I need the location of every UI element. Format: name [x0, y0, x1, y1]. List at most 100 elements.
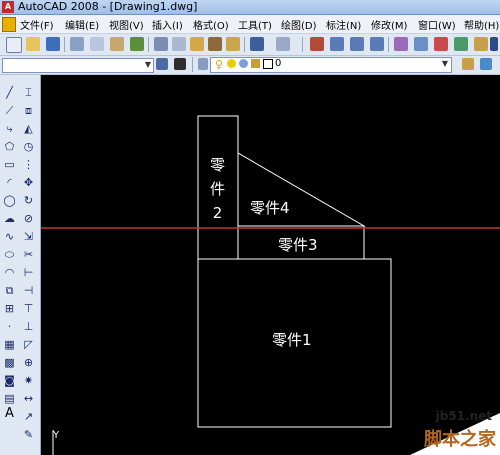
chevron-down-icon: ▼ — [441, 59, 448, 68]
redo-icon[interactable] — [276, 37, 290, 51]
properties-icon[interactable] — [394, 37, 408, 51]
menu-insert[interactable]: 插入(I) — [152, 17, 183, 32]
open-icon[interactable] — [26, 37, 40, 51]
document-menu-icon[interactable] — [2, 17, 16, 32]
multiline-text-icon[interactable]: A — [5, 406, 14, 421]
print-icon[interactable] — [70, 37, 84, 51]
menu-view[interactable]: 视图(V) — [109, 17, 144, 32]
zoom-window-icon[interactable] — [350, 37, 364, 51]
toolbar-separator — [148, 37, 149, 52]
menu-dimension[interactable]: 标注(N) — [326, 17, 361, 32]
lock-icon — [251, 59, 260, 68]
make-object-layer-current-icon[interactable] — [462, 58, 474, 70]
fillet-icon[interactable]: ⊕ — [22, 357, 35, 369]
design-center-icon[interactable] — [414, 37, 428, 51]
region-icon[interactable]: ◙ — [3, 375, 16, 387]
sheet-set-icon[interactable] — [454, 37, 468, 51]
zoom-previous-icon[interactable] — [370, 37, 384, 51]
toolbar-separator — [64, 37, 65, 52]
title-bar: A AutoCAD 2008 - [Drawing1.dwg] — [0, 0, 500, 15]
revision-cloud-icon[interactable]: ☁ — [3, 213, 16, 225]
arc-icon[interactable]: ◜ — [3, 177, 16, 189]
match-properties-icon[interactable] — [208, 37, 222, 51]
pan-icon[interactable] — [310, 37, 324, 51]
watermark: jb51.net 脚本之家 — [370, 405, 500, 455]
chamfer-icon[interactable]: ◸ — [22, 339, 35, 351]
gradient-icon[interactable]: ▩ — [3, 357, 16, 369]
menu-window[interactable]: 窗口(W) — [418, 17, 456, 32]
dimension-icon[interactable]: ↔ — [22, 393, 35, 405]
layer-manager-icon[interactable] — [198, 58, 208, 70]
join-icon[interactable]: ⊥ — [22, 321, 35, 333]
layer-previous-icon[interactable] — [480, 58, 492, 70]
line-icon[interactable]: ╱ — [3, 87, 16, 99]
draw-modify-toolbar: ╱ ⟋ ⤷ ⬠ ▭ ◜ ◯ ☁ ∿ ⬭ ◠ ⧉ ⊞ · ▦ ▩ ◙ ▤ A ⌶ … — [0, 75, 41, 455]
menu-modify[interactable]: 修改(M) — [371, 17, 407, 32]
layer-dropdown[interactable]: ♀ 0 ▼ — [210, 57, 452, 73]
drawing-canvas[interactable]: 零 件 2 零件4 零件3 零件1 Y — [41, 75, 500, 455]
copy-object-icon[interactable]: ⧈ — [22, 105, 35, 117]
rectangle-icon[interactable]: ▭ — [3, 159, 16, 171]
lightbulb-icon: ♀ — [215, 58, 224, 71]
stretch-icon[interactable]: ⇲ — [22, 231, 35, 243]
tool-palettes-icon[interactable] — [434, 37, 448, 51]
trim-icon[interactable]: ✂ — [22, 249, 35, 261]
publish-icon[interactable] — [110, 37, 124, 51]
spline-icon[interactable]: ∿ — [3, 231, 16, 243]
watermark-name: 脚本之家 — [424, 429, 496, 450]
make-block-icon[interactable]: ⊞ — [3, 303, 16, 315]
circle-icon[interactable]: ◯ — [3, 195, 16, 207]
menu-help[interactable]: 帮助(H) — [464, 17, 499, 32]
standard-toolbar — [0, 34, 500, 56]
calculator-icon[interactable] — [490, 37, 498, 51]
copy-icon[interactable] — [172, 37, 186, 51]
3d-dwf-icon[interactable] — [130, 37, 144, 51]
toolbar-separator — [192, 57, 193, 72]
menu-draw[interactable]: 绘图(D) — [281, 17, 317, 32]
ellipse-arc-icon[interactable]: ◠ — [3, 267, 16, 279]
insert-block-icon[interactable]: ⧉ — [3, 285, 16, 297]
hatch-icon[interactable]: ▦ — [3, 339, 16, 351]
undo-icon[interactable] — [250, 37, 264, 51]
ellipse-icon[interactable]: ⬭ — [3, 249, 16, 261]
autocad-app-icon[interactable]: A — [2, 1, 14, 13]
workspace-combo[interactable]: ▼ — [2, 58, 154, 73]
markup-icon[interactable] — [474, 37, 488, 51]
move-icon[interactable]: ✥ — [22, 177, 35, 189]
construction-line-icon[interactable]: ⟋ — [3, 105, 16, 117]
new-icon[interactable] — [6, 37, 22, 53]
paste-icon[interactable] — [190, 37, 204, 51]
point-icon[interactable]: · — [3, 321, 16, 333]
window-title: AutoCAD 2008 - [Drawing1.dwg] — [18, 0, 198, 13]
menu-file[interactable]: 文件(F) — [20, 17, 54, 32]
extend-icon[interactable]: ⊢ — [22, 267, 35, 279]
array-icon[interactable]: ⋮ — [22, 159, 35, 171]
scale-icon[interactable]: ⊘ — [22, 213, 35, 225]
menu-format[interactable]: 格式(O) — [193, 17, 229, 32]
plot-preview-icon[interactable] — [90, 37, 104, 51]
menu-tools[interactable]: 工具(T) — [238, 17, 272, 32]
pencil-icon[interactable]: ✎ — [22, 429, 35, 441]
layers-toolbar: ▼ ♀ 0 ▼ — [0, 56, 500, 75]
break-icon[interactable]: ⊤ — [22, 303, 35, 315]
polygon-icon[interactable]: ⬠ — [3, 141, 16, 153]
explode-icon[interactable]: ✷ — [22, 375, 35, 387]
workspace-settings-icon[interactable] — [156, 58, 168, 70]
my-workspace-icon[interactable] — [174, 58, 186, 70]
save-icon[interactable] — [46, 37, 60, 51]
polyline-icon[interactable]: ⤷ — [3, 123, 16, 135]
break-at-point-icon[interactable]: ⊣ — [22, 285, 35, 297]
erase-icon[interactable]: ⌶ — [22, 87, 35, 99]
current-layer-name: 0 — [275, 58, 282, 69]
part2-label: 零 件 2 — [210, 156, 226, 222]
cut-icon[interactable] — [154, 37, 168, 51]
offset-icon[interactable]: ◷ — [22, 141, 35, 153]
mirror-icon[interactable]: ◭ — [22, 123, 35, 135]
block-editor-icon[interactable] — [226, 37, 240, 51]
leader-icon[interactable]: ↗ — [22, 411, 35, 423]
rotate-icon[interactable]: ↻ — [22, 195, 35, 207]
zoom-realtime-icon[interactable] — [330, 37, 344, 51]
table-icon[interactable]: ▤ — [3, 393, 16, 405]
menu-edit[interactable]: 编辑(E) — [65, 17, 99, 32]
toolbar-separator — [388, 37, 389, 52]
